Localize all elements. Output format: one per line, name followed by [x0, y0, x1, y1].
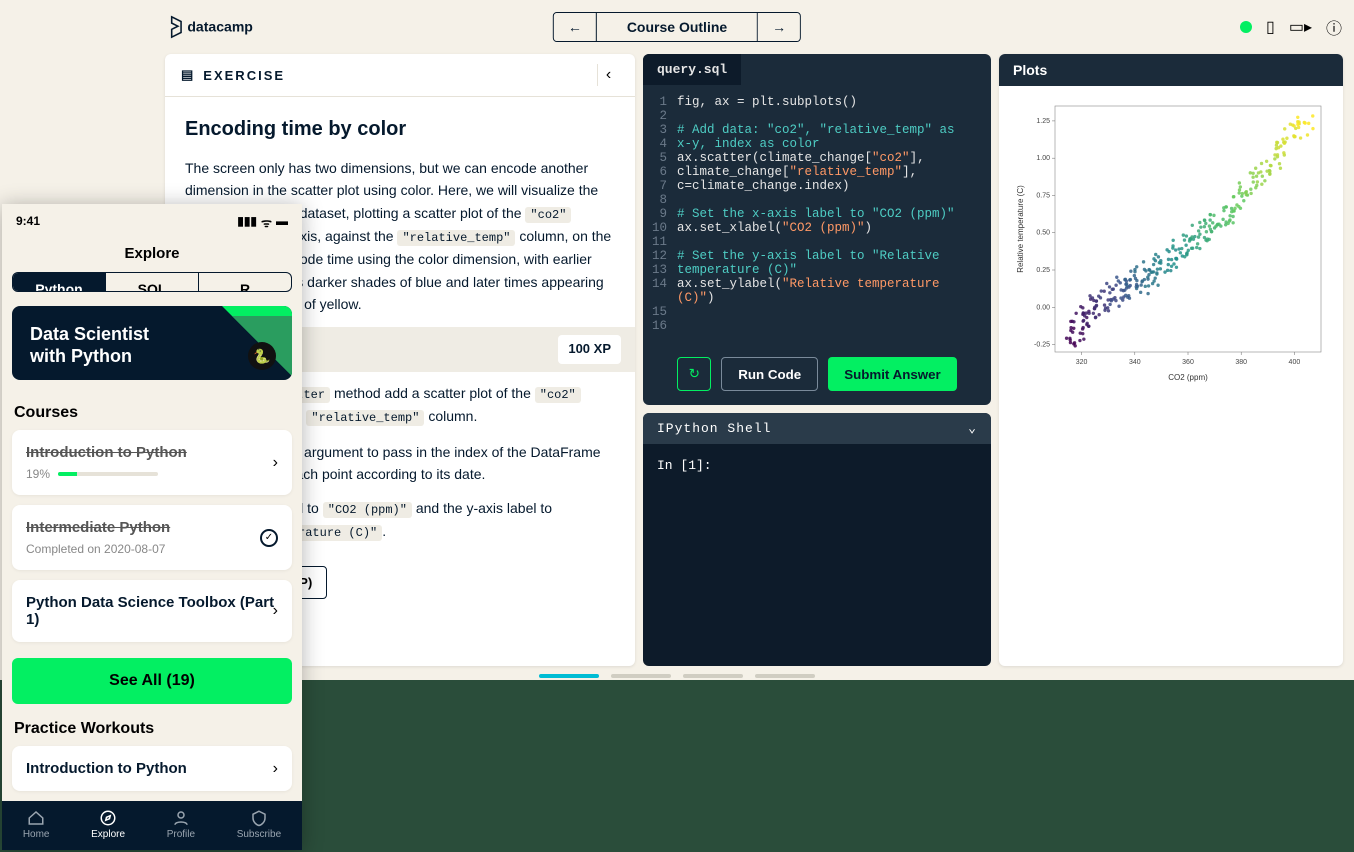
course-progress: 19%	[26, 467, 278, 481]
shell-title: IPython Shell	[657, 421, 771, 436]
tab-r[interactable]: R	[198, 273, 291, 291]
chevron-right-icon: ›	[273, 454, 278, 472]
course-outline-button[interactable]: Course Outline	[596, 13, 758, 41]
topbar: datacamp ← Course Outline → ▯ ▭▸ ⓘ	[0, 0, 1354, 54]
workout-title: Introduction to Python	[26, 760, 278, 777]
shell-body[interactable]: In [1]:	[643, 444, 991, 487]
track-card[interactable]: Data Scientistwith Python Discover Track…	[12, 306, 292, 380]
chevron-right-icon: ›	[273, 602, 278, 620]
signal-icon: ▮▮▮	[237, 214, 257, 231]
language-tabs: Python SQL R	[12, 272, 292, 292]
ipython-shell[interactable]: IPython Shell ⌄ In [1]:	[643, 413, 991, 666]
svg-text:320: 320	[1076, 359, 1088, 366]
svg-text:datacamp: datacamp	[187, 19, 253, 35]
wifi-icon: ᯤ	[261, 214, 272, 231]
info-icon[interactable]: ⓘ	[1326, 15, 1342, 39]
svg-text:1.00: 1.00	[1036, 155, 1050, 162]
progress-segment[interactable]	[755, 674, 815, 678]
python-icon: 🐍	[248, 342, 276, 370]
exercise-label: ▤ EXERCISE	[181, 67, 285, 83]
course-card[interactable]: Introduction to Python 19% ›	[12, 430, 292, 495]
plots-header: Plots	[999, 54, 1343, 86]
course-title: Intermediate Python	[26, 519, 278, 536]
svg-text:CO2 (ppm): CO2 (ppm)	[1168, 373, 1208, 382]
course-card[interactable]: Python Data Science Toolbox (Part 1) ›	[12, 580, 292, 642]
nav-home[interactable]: Home	[23, 809, 50, 840]
svg-text:1.25: 1.25	[1036, 118, 1050, 125]
phone-title: Explore	[2, 235, 302, 272]
xp-badge: 100 XP	[558, 335, 621, 364]
course-completed: Completed on 2020-08-07	[26, 542, 278, 556]
progress-segment[interactable]	[539, 674, 599, 678]
svg-text:0.00: 0.00	[1036, 304, 1050, 311]
datacamp-logo[interactable]: datacamp	[167, 15, 292, 39]
check-icon: ✓	[260, 529, 278, 547]
battery-icon: ▬	[276, 214, 288, 231]
chevron-right-icon: ›	[273, 760, 278, 778]
exercise-label-text: EXERCISE	[203, 68, 285, 83]
arrow-right-icon: →	[122, 379, 135, 380]
svg-text:0.50: 0.50	[1036, 230, 1050, 237]
svg-text:340: 340	[1129, 359, 1141, 366]
top-right-icons: ▯ ▭▸ ⓘ	[1240, 15, 1342, 39]
run-button[interactable]: Run Code	[721, 357, 818, 391]
collapse-button[interactable]: ‹	[597, 64, 619, 86]
phone-status-icons: ▮▮▮ ᯤ ▬	[237, 214, 288, 231]
prev-button[interactable]: ←	[554, 13, 596, 41]
shell-prompt: In [1]:	[657, 458, 712, 473]
svg-text:Relative temperature (C): Relative temperature (C)	[1016, 185, 1025, 273]
svg-text:-0.25: -0.25	[1034, 342, 1050, 349]
chevron-down-icon[interactable]: ⌄	[968, 421, 977, 436]
see-all-button[interactable]: See All (19)	[12, 658, 292, 704]
phone-statusbar: 9:41 ▮▮▮ ᯤ ▬	[2, 204, 302, 235]
code-column: query.sql 1fig, ax = plt.subplots()23# A…	[643, 54, 991, 666]
status-dot	[1240, 21, 1252, 33]
code-editor[interactable]: query.sql 1fig, ax = plt.subplots()23# A…	[643, 54, 991, 405]
course-title: Introduction to Python	[26, 444, 278, 461]
track-decoration	[172, 306, 292, 380]
mobile-overlay: 9:41 ▮▮▮ ᯤ ▬ Explore Python SQL R Data S…	[2, 204, 302, 850]
courses-label: Courses	[14, 404, 290, 422]
submit-button[interactable]: Submit Answer	[828, 357, 957, 391]
plots-panel: Plots 320 340 360 380 400 -0.25 0.00 0.25 0.50 0.…	[999, 54, 1343, 666]
nav-subscribe[interactable]: Subscribe	[237, 809, 281, 840]
tab-python[interactable]: Python	[13, 273, 105, 291]
reset-button[interactable]: ↻	[677, 357, 711, 391]
phone-nav: Home Explore Profile Subscribe	[2, 801, 302, 850]
svg-text:400: 400	[1289, 359, 1301, 366]
workout-card[interactable]: Introduction to Python ›	[12, 746, 292, 791]
course-outline-nav: ← Course Outline →	[553, 12, 801, 42]
scatter-plot: 320 340 360 380 400 -0.25 0.00 0.25 0.50 0.75 1.00…	[999, 86, 1343, 401]
list-icon: ▤	[181, 67, 195, 83]
phone-time: 9:41	[16, 214, 40, 231]
workouts-label: Practice Workouts	[14, 720, 290, 738]
svg-text:0.25: 0.25	[1036, 267, 1050, 274]
code-tab[interactable]: query.sql	[643, 54, 741, 85]
progress-segment[interactable]	[611, 674, 671, 678]
svg-text:0.75: 0.75	[1036, 192, 1050, 199]
svg-text:380: 380	[1235, 359, 1247, 366]
exercise-header: ▤ EXERCISE ‹	[165, 54, 635, 97]
nav-profile[interactable]: Profile	[167, 809, 195, 840]
video-icon[interactable]: ▭▸	[1289, 17, 1312, 37]
course-card[interactable]: Intermediate Python Completed on 2020-08…	[12, 505, 292, 570]
next-button[interactable]: →	[758, 13, 800, 41]
progress-segment[interactable]	[683, 674, 743, 678]
nav-explore[interactable]: Explore	[91, 809, 125, 840]
course-title: Python Data Science Toolbox (Part 1)	[26, 594, 278, 628]
code-lines[interactable]: 1fig, ax = plt.subplots()23# Add data: "…	[643, 85, 991, 347]
svg-text:360: 360	[1182, 359, 1194, 366]
tab-sql[interactable]: SQL	[105, 273, 198, 291]
shell-header: IPython Shell ⌄	[643, 413, 991, 444]
exercise-title: Encoding time by color	[185, 113, 615, 145]
mobile-icon[interactable]: ▯	[1266, 17, 1275, 37]
code-actions: ↻ Run Code Submit Answer	[643, 347, 991, 405]
